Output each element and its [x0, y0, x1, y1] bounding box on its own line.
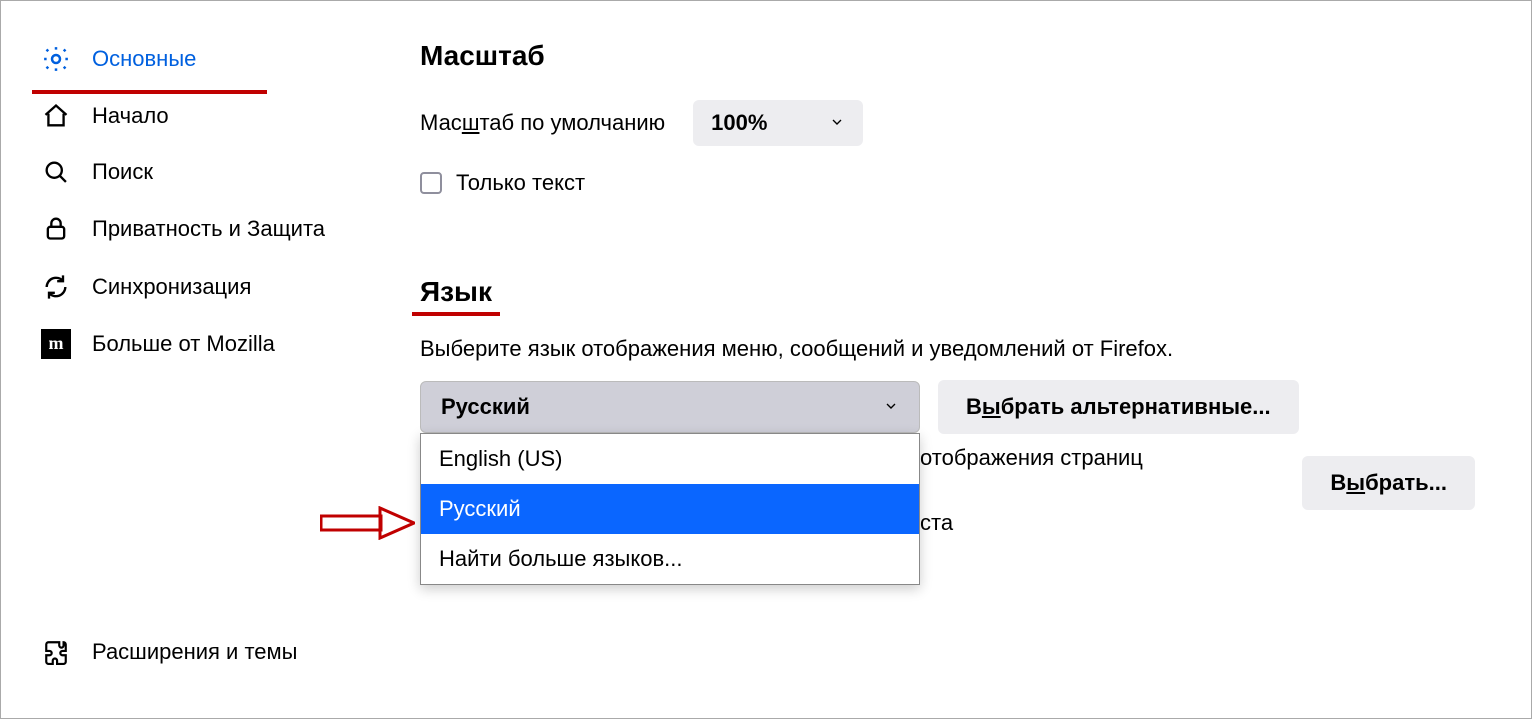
- sidebar-item-label: Расширения и темы: [92, 639, 297, 665]
- gear-icon: [40, 44, 72, 74]
- chevron-down-icon: [883, 394, 899, 420]
- language-select[interactable]: Русский: [420, 381, 920, 433]
- sidebar-item-label: Начало: [92, 103, 169, 129]
- set-alternatives-button[interactable]: Выбрать альтернативные...: [938, 380, 1299, 434]
- sidebar-item-privacy[interactable]: Приватность и Защита: [40, 200, 380, 259]
- chevron-down-icon: [829, 110, 845, 136]
- sidebar-item-label: Основные: [92, 46, 196, 72]
- partial-text-pages: отображения страниц: [920, 445, 1143, 471]
- home-icon: [40, 102, 72, 130]
- sidebar-item-label: Приватность и Защита: [92, 214, 325, 245]
- language-option-russian[interactable]: Русский: [421, 484, 919, 534]
- language-select-wrap: Русский English (US) Русский Найти больш…: [420, 381, 920, 433]
- default-zoom-label: Масштаб по умолчанию: [420, 110, 665, 136]
- mozilla-icon: m: [40, 329, 72, 359]
- language-description: Выберите язык отображения меню, сообщени…: [420, 336, 1492, 362]
- sidebar-item-sync[interactable]: Синхронизация: [40, 259, 380, 315]
- language-select-row: Русский English (US) Русский Найти больш…: [420, 380, 1492, 434]
- language-option-find-more[interactable]: Найти больше языков...: [421, 534, 919, 584]
- sidebar: Основные Начало Поиск Приватность и: [0, 0, 380, 719]
- main-content: Масштаб Масштаб по умолчанию 100% Только…: [380, 0, 1532, 719]
- zoom-section: Масштаб Масштаб по умолчанию 100% Только…: [420, 40, 1492, 196]
- language-option-english[interactable]: English (US): [421, 434, 919, 484]
- default-zoom-value: 100%: [711, 110, 767, 136]
- language-section: Язык Выберите язык отображения меню, соо…: [420, 276, 1492, 510]
- sidebar-item-general[interactable]: Основные: [40, 30, 380, 88]
- annotation-arrow-icon: [320, 506, 415, 545]
- sidebar-item-label: Больше от Mozilla: [92, 331, 275, 357]
- sidebar-item-extensions[interactable]: Расширения и темы: [40, 625, 380, 679]
- sync-icon: [40, 273, 72, 301]
- default-zoom-select[interactable]: 100%: [693, 100, 863, 146]
- default-zoom-row: Масштаб по умолчанию 100%: [420, 100, 1492, 146]
- language-heading: Язык: [420, 276, 492, 308]
- puzzle-icon: [40, 639, 72, 665]
- search-icon: [40, 158, 72, 186]
- zoom-heading: Масштаб: [420, 40, 545, 72]
- sidebar-item-mozilla[interactable]: m Больше от Mozilla: [40, 315, 380, 373]
- zoom-text-only-label: Только текст: [456, 170, 585, 196]
- language-selected-value: Русский: [441, 394, 530, 420]
- partial-text-sta: ста: [920, 510, 953, 536]
- sidebar-item-search[interactable]: Поиск: [40, 144, 380, 200]
- sidebar-item-label: Синхронизация: [92, 274, 251, 300]
- zoom-text-only-row[interactable]: Только текст: [420, 170, 1492, 196]
- language-dropdown: English (US) Русский Найти больше языков…: [420, 433, 920, 585]
- lock-icon: [40, 214, 72, 242]
- choose-button[interactable]: Выбрать...: [1302, 456, 1475, 510]
- sidebar-item-home[interactable]: Начало: [40, 88, 380, 144]
- sidebar-item-label: Поиск: [92, 159, 153, 185]
- checkbox-unchecked-icon[interactable]: [420, 172, 442, 194]
